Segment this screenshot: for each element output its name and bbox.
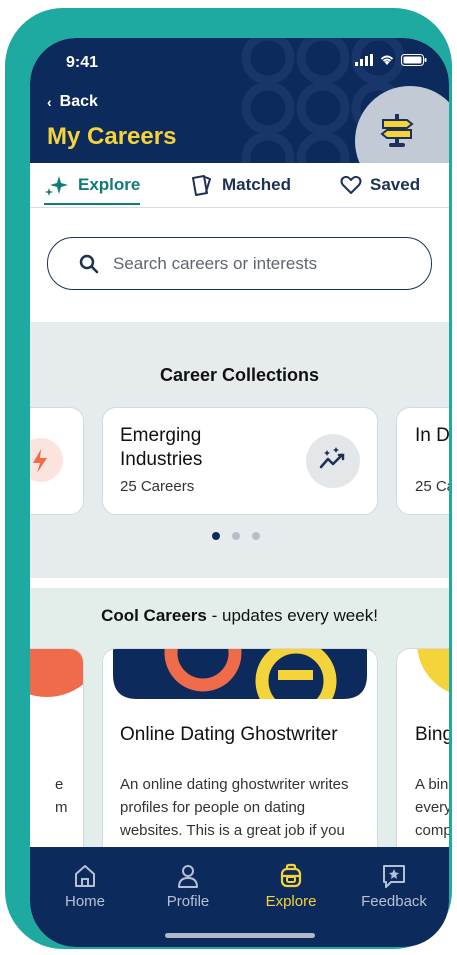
collection-card-title: Emerging Industries <box>120 425 203 470</box>
back-label: Back <box>59 93 98 110</box>
cool-careers-title: Cool Careers <box>101 606 207 625</box>
search-input[interactable] <box>111 252 415 275</box>
collections-title: Career Collections <box>159 365 320 385</box>
tab-saved-label: Saved <box>370 175 421 194</box>
search-bar[interactable] <box>47 237 432 290</box>
bottom-nav: Home Profile Explore Feedback <box>30 847 449 947</box>
career-card-desc-line: m <box>55 799 68 816</box>
career-card-title: Online Dating Ghostwriter <box>120 724 338 745</box>
app-screen: 9:41 ‹ Back My Careers Explore Matched S… <box>30 38 449 947</box>
cool-careers-subtitle: - updates every week! <box>211 606 378 625</box>
career-card-desc-line: profiles for people on dating <box>120 799 306 816</box>
cards-icon <box>192 175 211 196</box>
collection-card-title: In D <box>415 425 449 446</box>
pagination-dot[interactable] <box>232 532 240 540</box>
career-card-desc-line: e <box>55 776 64 793</box>
career-card-desc-line: every <box>415 799 449 816</box>
career-card-illustration <box>113 649 367 699</box>
career-card-desc-line: A bin <box>415 776 449 793</box>
page-title: My Careers <box>47 123 177 150</box>
status-bar: 9:41 <box>30 38 449 88</box>
collection-card[interactable]: In D 25 Ca <box>396 407 449 515</box>
nav-item-feedback[interactable]: Feedback <box>349 863 439 910</box>
status-icons <box>355 54 427 66</box>
trending-up-sparkle-icon <box>306 434 360 488</box>
tab-explore[interactable]: Explore <box>44 163 141 207</box>
search-icon <box>79 254 99 273</box>
career-card-desc-line: An online dating ghostwriter writes <box>120 776 349 793</box>
sparkle-icon <box>45 176 68 196</box>
status-time: 9:41 <box>66 54 99 71</box>
nav-label: Feedback <box>361 893 427 910</box>
carousel-pagination <box>212 532 260 540</box>
nav-label: Explore <box>265 893 317 910</box>
battery-icon <box>401 54 427 66</box>
lightning-icon <box>30 438 63 482</box>
collection-card-count: 25 Careers <box>120 478 195 495</box>
collection-card-count: 25 Ca <box>415 478 449 495</box>
career-card-desc-line: websites. This is a great job if you <box>120 822 345 839</box>
nav-item-profile[interactable]: Profile <box>143 863 233 910</box>
heart-icon <box>340 175 362 194</box>
tab-active-indicator <box>44 203 141 205</box>
career-card-illustration <box>30 649 83 697</box>
career-card-illustration <box>417 649 449 697</box>
wifi-icon <box>380 55 394 65</box>
cool-careers-heading: Cool Careers - updates every week! <box>30 606 449 626</box>
pagination-dot[interactable] <box>212 532 220 540</box>
home-icon <box>75 865 95 887</box>
profile-icon <box>178 865 198 888</box>
career-card-title: Bing <box>415 724 449 745</box>
collection-card[interactable] <box>30 407 84 515</box>
back-button[interactable]: ‹ Back <box>47 93 98 111</box>
tab-saved[interactable]: Saved <box>340 163 420 207</box>
nav-label: Home <box>64 893 105 910</box>
chevron-left-icon: ‹ <box>47 94 52 110</box>
nav-item-explore[interactable]: Explore <box>246 863 336 910</box>
signal-icon <box>355 54 373 66</box>
home-indicator <box>165 933 315 938</box>
feedback-icon <box>383 865 405 888</box>
career-tabs: Explore Matched Saved <box>30 163 449 208</box>
tab-matched[interactable]: Matched <box>190 163 291 207</box>
nav-label: Profile <box>166 893 210 910</box>
tab-matched-label: Matched <box>222 175 291 194</box>
signpost-icon <box>380 114 414 147</box>
tab-explore-label: Explore <box>78 175 141 194</box>
collection-card-emerging-industries[interactable]: Emerging Industries 25 Careers <box>102 407 378 515</box>
phone-frame: 9:41 ‹ Back My Careers Explore Matched S… <box>5 8 452 949</box>
explore-icon <box>280 863 302 888</box>
career-card-desc-line: comp <box>415 822 449 839</box>
nav-item-home[interactable]: Home <box>40 863 130 910</box>
pagination-dot[interactable] <box>252 532 260 540</box>
